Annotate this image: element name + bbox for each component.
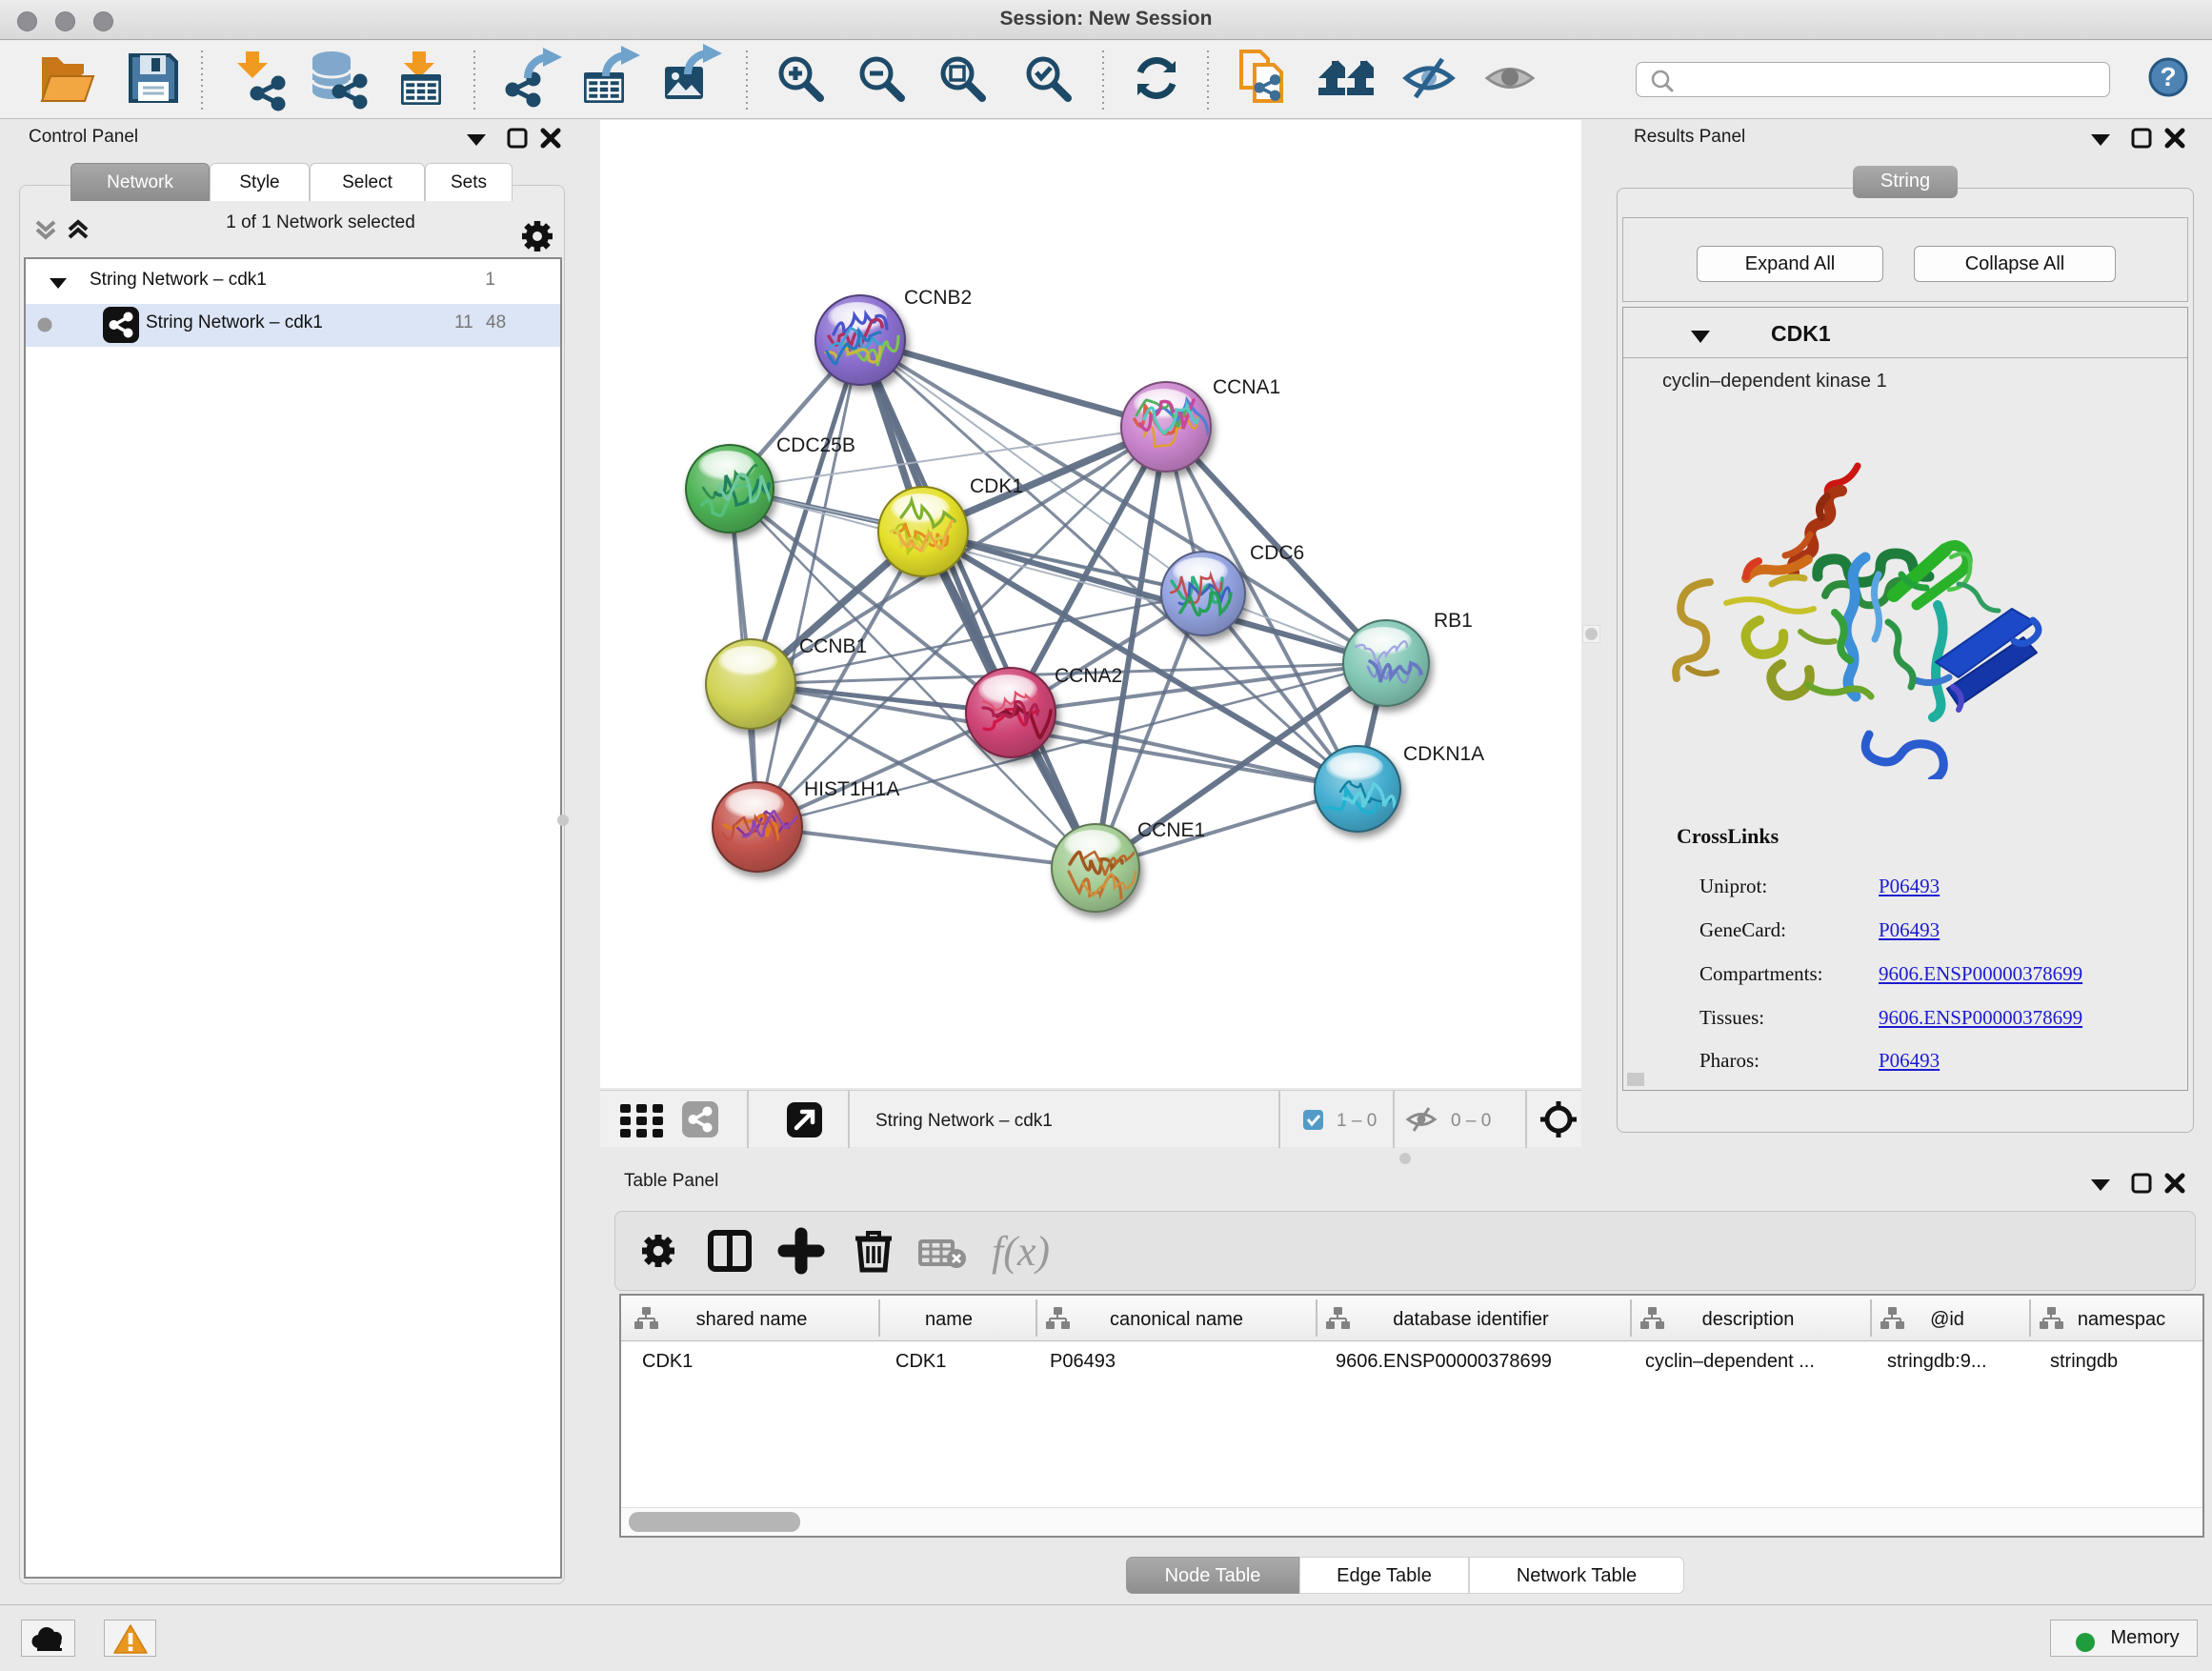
svg-text:0 – 0: 0 – 0 <box>1451 1111 1491 1131</box>
svg-text:CDC25B: CDC25B <box>776 434 855 456</box>
svg-text:CDC6: CDC6 <box>1250 542 1304 564</box>
svg-text:@id: @id <box>1930 1309 1964 1330</box>
svg-text:shared name: shared name <box>696 1309 808 1330</box>
svg-text:CDKN1A: CDKN1A <box>1403 743 1484 765</box>
svg-text:HIST1H1A: HIST1H1A <box>804 778 899 800</box>
svg-text:CCNA1: CCNA1 <box>1213 376 1280 398</box>
svg-text:CCNB2: CCNB2 <box>904 287 972 309</box>
svg-text:?: ? <box>2160 62 2176 91</box>
svg-text:database identifier: database identifier <box>1393 1309 1549 1330</box>
svg-text:CCNE1: CCNE1 <box>1137 819 1205 841</box>
svg-text:RB1: RB1 <box>1434 610 1473 632</box>
svg-text:CCNA2: CCNA2 <box>1055 665 1122 687</box>
svg-text:canonical name: canonical name <box>1110 1309 1243 1330</box>
svg-text:description: description <box>1702 1309 1795 1330</box>
svg-text:CDK1: CDK1 <box>970 475 1023 497</box>
svg-text:1 – 0: 1 – 0 <box>1337 1111 1377 1131</box>
svg-text:f(x): f(x) <box>992 1228 1050 1275</box>
svg-text:name: name <box>925 1309 973 1330</box>
svg-text:CCNB1: CCNB1 <box>799 635 867 657</box>
svg-text:namespac: namespac <box>2078 1309 2165 1330</box>
svg-text:String Network – cdk1: String Network – cdk1 <box>875 1111 1053 1131</box>
